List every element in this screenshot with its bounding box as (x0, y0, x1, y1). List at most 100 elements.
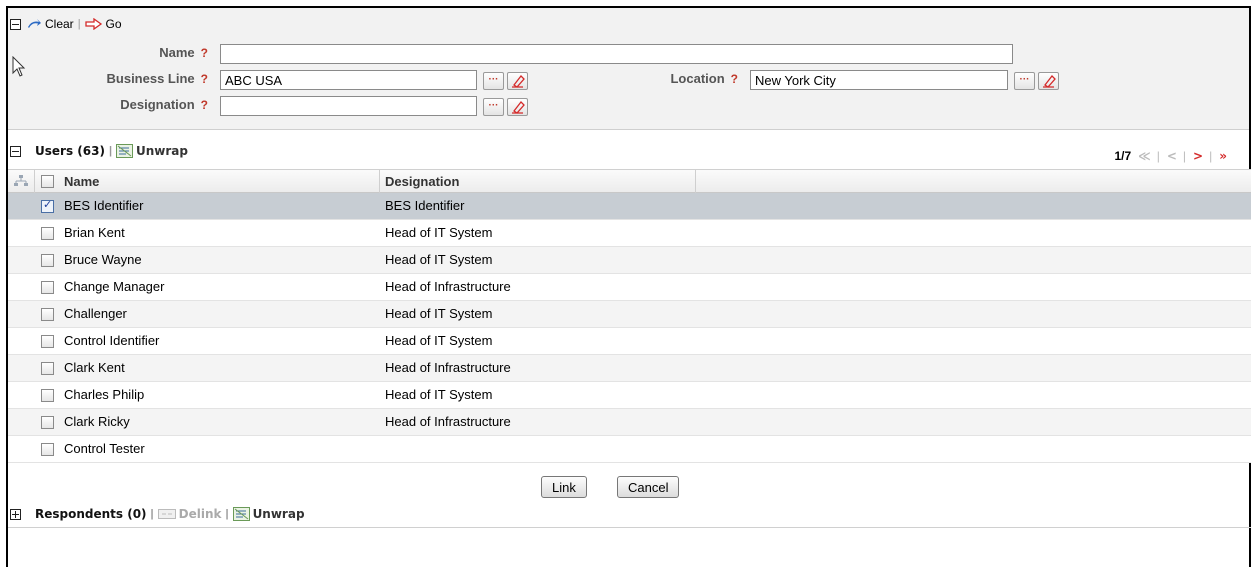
clear-icon[interactable] (26, 18, 42, 30)
search-toolbar: Clear | Go (10, 15, 122, 33)
designation-browse-button[interactable]: ··· (483, 98, 504, 116)
respondents-section-header: Respondents (0) | Delink | Unwrap (10, 505, 305, 523)
delink-icon (157, 508, 176, 520)
location-input[interactable] (750, 70, 1008, 90)
hierarchy-icon (14, 175, 28, 186)
designation-label: Designation? (120, 97, 208, 112)
table-row[interactable]: Change Manager Head of Infrastructure (8, 274, 1251, 301)
unwrap-icon[interactable] (232, 507, 250, 521)
table-row[interactable]: Challenger Head of IT System (8, 301, 1251, 328)
location-help-icon[interactable]: ? (731, 72, 738, 86)
row-checkbox[interactable] (41, 416, 54, 429)
user-name-cell: Change Manager (64, 279, 165, 294)
designation-clear-button[interactable] (507, 98, 528, 116)
users-grid: Name Designation BES IdentifierBES Ident… (8, 169, 1251, 463)
next-page-icon[interactable]: > (1193, 149, 1203, 163)
previous-page-icon[interactable]: < (1167, 149, 1177, 163)
row-checkbox[interactable] (41, 227, 54, 240)
pager-divider: | (1209, 149, 1213, 163)
search-panel: Clear | Go Name? Business Line? ··· Loca… (8, 8, 1249, 130)
user-name-cell: Charles Philip (64, 387, 145, 402)
row-checkbox[interactable] (41, 308, 54, 321)
respondents-title: Respondents (0) (35, 507, 147, 521)
business-line-clear-button[interactable] (507, 72, 528, 90)
table-row[interactable]: Control Tester (8, 436, 1251, 463)
user-designation-cell: Head of Infrastructure (385, 279, 511, 294)
row-checkbox[interactable] (41, 198, 54, 213)
user-name-cell: Control Tester (64, 441, 145, 456)
collapse-users-icon[interactable] (10, 145, 21, 157)
pager-divider: | (1182, 149, 1187, 163)
first-page-icon[interactable]: ≪ (1138, 149, 1151, 163)
eraser-icon (512, 101, 525, 114)
hierarchy-column[interactable] (8, 170, 35, 193)
business-line-browse-button[interactable]: ··· (483, 72, 504, 90)
row-checkbox[interactable] (41, 254, 54, 267)
collapse-search-icon[interactable] (10, 18, 21, 30)
table-row[interactable]: Control Identifier Head of IT System (8, 328, 1251, 355)
location-clear-button[interactable] (1038, 72, 1059, 90)
unwrap-icon[interactable] (116, 144, 134, 158)
name-input[interactable] (220, 44, 1013, 64)
user-designation-cell: Head of Infrastructure (385, 360, 511, 375)
users-pager: 1/7 ≪ | < | > | » (1114, 149, 1227, 163)
table-row[interactable]: Bruce Wayne Head of IT System (8, 247, 1251, 274)
business-line-input[interactable] (220, 70, 477, 90)
go-icon[interactable] (84, 18, 103, 30)
column-header-designation[interactable]: Designation (380, 170, 696, 193)
row-checkbox[interactable] (41, 335, 54, 348)
respondents-unwrap-button[interactable]: Unwrap (253, 507, 305, 521)
row-checkbox[interactable] (41, 281, 54, 294)
users-grid-header: Name Designation (8, 169, 1251, 193)
table-row[interactable]: Brian Kent Head of IT System (8, 220, 1251, 247)
user-designation-cell: Head of Infrastructure (385, 414, 511, 429)
designation-help-icon[interactable]: ? (201, 98, 208, 112)
cancel-button[interactable]: Cancel (617, 476, 680, 498)
users-unwrap-button[interactable]: Unwrap (136, 144, 188, 158)
user-designation-cell: Head of IT System (385, 225, 493, 240)
table-row[interactable]: Clark Kent Head of Infrastructure (8, 355, 1251, 382)
respondents-divider (8, 527, 1251, 528)
name-label: Name? (159, 45, 208, 60)
user-name-cell: Challenger (64, 306, 127, 321)
row-checkbox[interactable] (41, 362, 54, 375)
toolbar-divider: | (77, 18, 81, 30)
row-checkbox[interactable] (41, 389, 54, 402)
eraser-icon (1043, 75, 1056, 88)
page-indicator: 1/7 (1114, 149, 1132, 163)
user-name-cell: Clark Kent (64, 360, 125, 375)
mouse-pointer-icon (12, 55, 26, 81)
business-line-help-icon[interactable]: ? (201, 72, 208, 86)
users-header-divider: | (108, 145, 113, 157)
location-label: Location? (670, 71, 738, 86)
expand-respondents-icon[interactable] (10, 508, 21, 520)
user-name-cell: Bruce Wayne (64, 252, 142, 267)
name-help-icon[interactable]: ? (201, 46, 208, 60)
last-page-icon[interactable]: » (1219, 149, 1227, 163)
row-checkbox[interactable] (41, 443, 54, 456)
clear-button[interactable]: Clear (45, 17, 74, 31)
business-line-label: Business Line? (106, 71, 208, 86)
column-header-name[interactable]: Name (64, 170, 380, 193)
go-button[interactable]: Go (106, 17, 122, 31)
user-name-cell: Clark Ricky (64, 414, 130, 429)
user-name-cell: BES Identifier (64, 198, 144, 213)
table-row[interactable]: Clark Ricky Head of Infrastructure (8, 409, 1251, 436)
link-button[interactable]: Link (541, 476, 587, 498)
pager-divider: | (1156, 149, 1160, 163)
user-name-cell: Brian Kent (64, 225, 125, 240)
user-name-cell: Control Identifier (64, 333, 160, 348)
user-designation-cell: Head of IT System (385, 387, 493, 402)
linking-dialog: Clear | Go Name? Business Line? ··· Loca… (6, 6, 1251, 567)
respondents-header-divider: | (150, 508, 154, 520)
users-section-header: Users (63) | Unwrap (10, 142, 188, 160)
designation-input[interactable] (220, 96, 477, 116)
users-title: Users (63) (35, 144, 105, 158)
select-all-checkbox[interactable] (41, 175, 54, 188)
table-row[interactable]: BES Identifier BES Identifier (8, 193, 1251, 220)
user-designation-cell: Head of IT System (385, 252, 493, 267)
eraser-icon (512, 75, 525, 88)
user-designation-cell: BES Identifier (385, 198, 465, 213)
location-browse-button[interactable]: ··· (1014, 72, 1035, 90)
table-row[interactable]: Charles Philip Head of IT System (8, 382, 1251, 409)
